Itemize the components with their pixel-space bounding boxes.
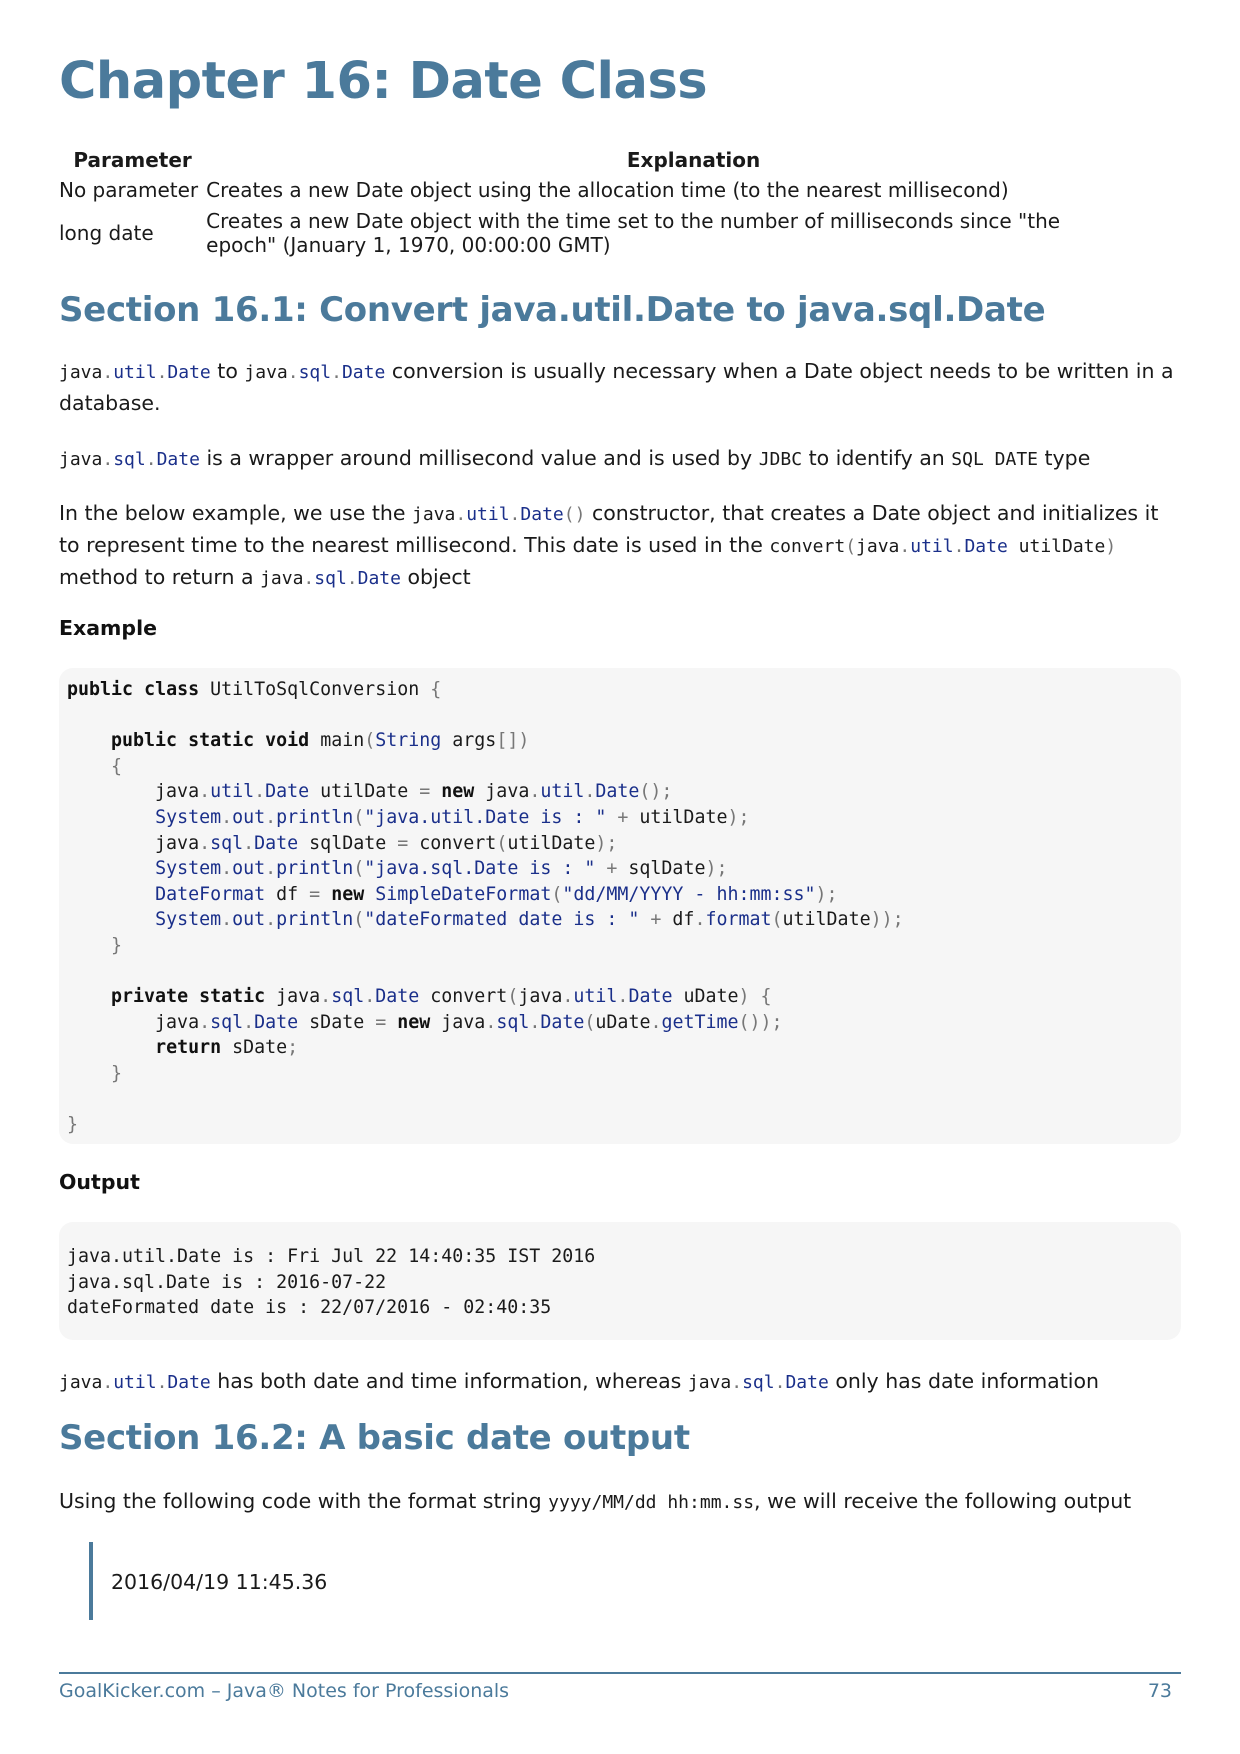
- paragraph-date-comparison: java.util.Date has both date and time in…: [59, 1369, 1100, 1393]
- footer-page-number: 73: [1147, 1680, 1172, 1702]
- section-16-2-title: Section 16.2: A basic date output: [59, 1418, 690, 1458]
- output-line: java.util.Date is : Fri Jul 22 14:40:35 …: [67, 1246, 596, 1267]
- inline-code: JDBC: [758, 449, 803, 470]
- output-label: Output: [59, 1170, 140, 1194]
- table-cell-explanation: Creates a new Date object with the time …: [206, 209, 1061, 257]
- example-label: Example: [59, 616, 158, 640]
- code-block-output: java.util.Date is : Fri Jul 22 14:40:35 …: [59, 1222, 1181, 1340]
- paragraph-example-description: In the below example, we use the java.ut…: [59, 501, 1159, 589]
- inline-code: convert(java.util.Date utilDate): [769, 536, 1117, 557]
- table-cell-parameter: No parameter: [59, 178, 199, 202]
- inline-code: java.util.Date: [59, 362, 211, 383]
- table-header-row: Parameter Explanation: [59, 145, 1181, 175]
- table-header-parameter: Parameter: [73, 148, 192, 172]
- parameter-table: Parameter Explanation No parameter Creat…: [59, 145, 1181, 261]
- quote-text: 2016/04/19 11:45.36: [111, 1570, 328, 1594]
- code-listing: public class UtilToSqlConversion { publi…: [67, 679, 904, 1136]
- inline-code: java.sql.Date: [59, 449, 200, 470]
- inline-code: java.util.Date(): [411, 504, 586, 525]
- inline-code: java.sql.Date: [687, 1372, 829, 1393]
- footer-divider: [59, 1672, 1181, 1674]
- chapter-title: Chapter 16: Date Class: [59, 52, 708, 111]
- paragraph-conversion-intro: java.util.Date to java.sql.Date conversi…: [59, 359, 1174, 415]
- inline-code: SQL DATE: [951, 449, 1038, 470]
- inline-code: java.sql.Date: [260, 568, 401, 589]
- paragraph-sql-date-wrapper: java.sql.Date is a wrapper around millis…: [59, 446, 1091, 470]
- table-cell-explanation: Creates a new Date object using the allo…: [206, 178, 1009, 202]
- output-line: java.sql.Date is : 2016-07-22: [67, 1271, 387, 1293]
- code-block-example: public class UtilToSqlConversion { publi…: [59, 668, 1181, 1144]
- output-line: dateFormated date is : 22/07/2016 - 02:4…: [67, 1297, 552, 1319]
- table-cell-parameter: long date: [59, 221, 154, 245]
- output-blockquote: 2016/04/19 11:45.36: [89, 1542, 327, 1620]
- table-row: long date Creates a new Date object with…: [59, 205, 1181, 261]
- inline-code: java.sql.Date: [244, 362, 386, 383]
- table-header-explanation: Explanation: [626, 148, 761, 172]
- paragraph-format-string: Using the following code with the format…: [59, 1489, 1132, 1513]
- inline-code: java.util.Date: [59, 1372, 211, 1393]
- section-16-1-title: Section 16.1: Convert java.util.Date to …: [59, 290, 1046, 330]
- inline-code: yyyy/MM/dd hh:mm.ss: [548, 1492, 755, 1513]
- table-row: No parameter Creates a new Date object u…: [59, 175, 1181, 205]
- footer-source: GoalKicker.com – Java® Notes for Profess…: [59, 1680, 510, 1702]
